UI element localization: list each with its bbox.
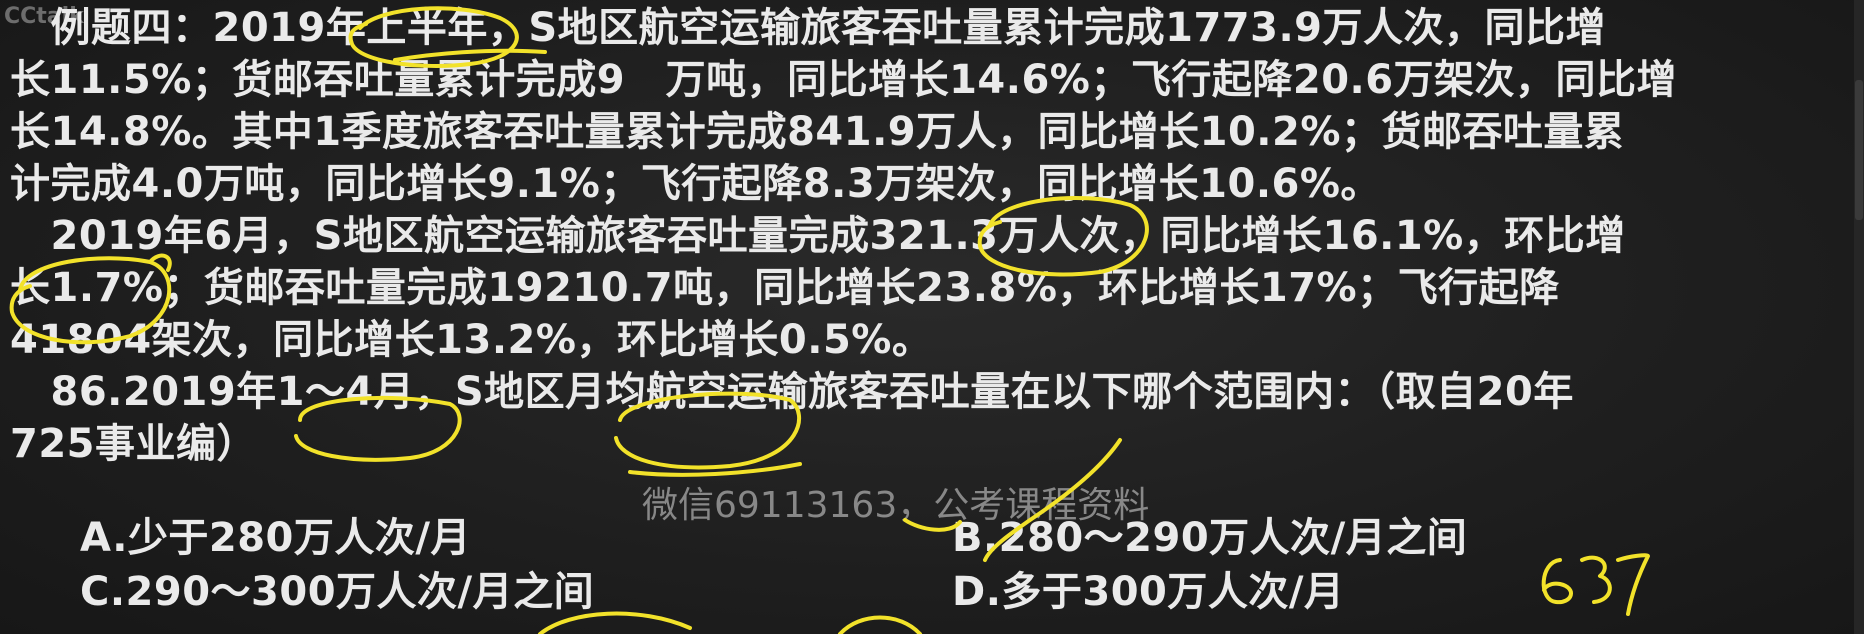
watermark-text: 微信69113163，公考课程资料	[642, 485, 1150, 526]
question-line-5: 2019年6月，S地区航空运输旅客吞吐量完成321.3万人次，同比增长16.1%…	[10, 213, 1626, 259]
question-line-8: 86.2019年1～4月，S地区月均航空运输旅客吞吐量在以下哪个范围内：（取自2…	[10, 369, 1574, 415]
arc-bottom-mid	[838, 615, 922, 634]
question-line-7: 41804架次，同比增长13.2%，环比增长0.5%。	[10, 317, 933, 363]
scrollbar-thumb[interactable]	[1855, 80, 1863, 220]
stroke-yuejun-underline	[628, 462, 802, 477]
question-line-4: 计完成4.0万吨，同比增长9.1%；飞行起降8.3万架次，同比增长10.6%。	[10, 161, 1381, 207]
question-line-9: 725事业编）	[10, 421, 257, 467]
question-line-1: 例题四：2019年上半年，S地区航空运输旅客吞吐量累计完成1773.9万人次，同…	[10, 5, 1606, 51]
scrollbar-track[interactable]	[1854, 0, 1864, 634]
option-d: D.多于300万人次/月	[952, 569, 1345, 615]
question-line-6: 长1.7%；货邮吞吐量完成19210.7吨，同比增长23.8%，环比增长17%；…	[10, 265, 1560, 311]
digits-637	[1541, 553, 1650, 616]
option-a: A.少于280万人次/月	[80, 515, 471, 561]
video-frame: CCtalk 例题四：2019年上半年，S地区航空运输旅客吞吐量累计完成1773…	[0, 0, 1864, 634]
question-line-3: 长14.8%。其中1季度旅客吞吐量累计完成841.9万人，同比增长10.2%；货…	[10, 109, 1625, 155]
arc-bottom-left	[538, 611, 692, 634]
option-c: C.290～300万人次/月之间	[80, 569, 595, 615]
question-line-2: 长11.5%；货邮吞吐量累计完成9 万吨，同比增长14.6%；飞行起降20.6万…	[10, 57, 1678, 103]
